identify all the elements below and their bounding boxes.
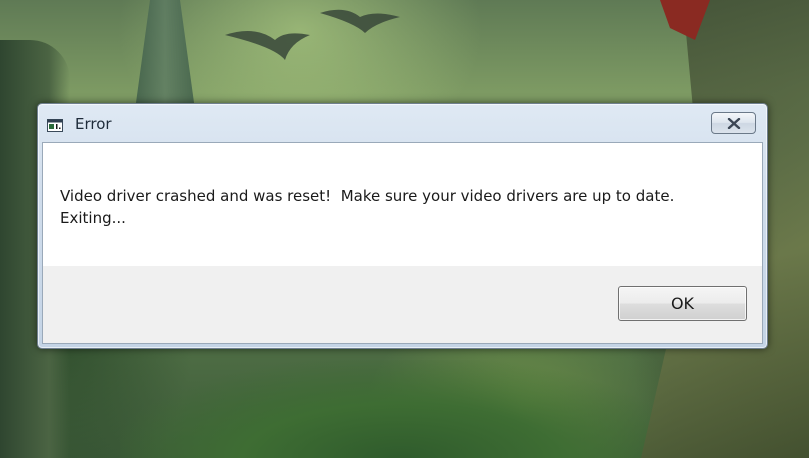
dialog-title: Error: [75, 115, 112, 133]
background-flying-creatures: [225, 9, 400, 60]
close-button[interactable]: [711, 112, 756, 134]
error-message-line: Video driver crashed and was reset! Make…: [60, 187, 675, 205]
close-icon: [727, 117, 741, 129]
application-window-icon: [47, 117, 63, 132]
dialog-titlebar[interactable]: Error: [38, 104, 767, 142]
desktop-background: Error Video driver crashed and was reset…: [0, 0, 809, 458]
ok-button[interactable]: OK: [618, 286, 747, 321]
error-message-line: Exiting...: [60, 209, 126, 227]
error-message: Video driver crashed and was reset! Make…: [60, 185, 674, 229]
background-foliage: [120, 360, 680, 458]
background-spire: [135, 0, 195, 110]
dialog-content: Video driver crashed and was reset! Make…: [42, 142, 763, 344]
message-area: Video driver crashed and was reset! Make…: [43, 143, 762, 266]
error-dialog: Error Video driver crashed and was reset…: [37, 103, 768, 349]
